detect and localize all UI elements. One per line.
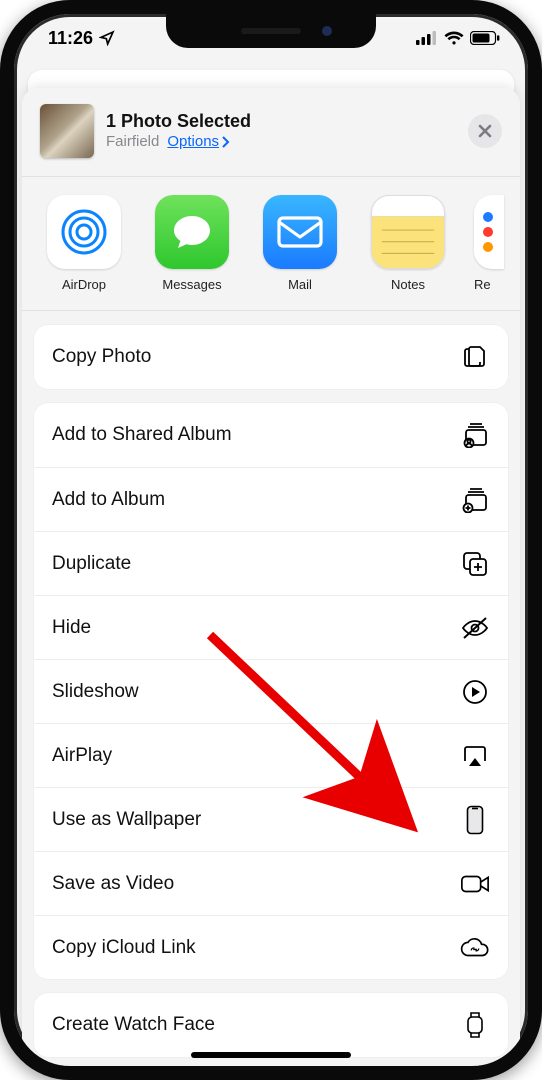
action-label: Slideshow: [52, 681, 139, 703]
duplicate-icon: [460, 549, 490, 579]
action-label: Copy iCloud Link: [52, 937, 196, 959]
reminders-icon: [478, 207, 500, 257]
location-arrow-icon: [99, 30, 115, 46]
action-save-video[interactable]: Save as Video: [34, 851, 508, 915]
action-label: Add to Album: [52, 489, 165, 511]
mail-icon: [275, 214, 325, 250]
airplay-icon: [460, 741, 490, 771]
app-label: AirDrop: [42, 277, 126, 292]
action-copy-photo[interactable]: Copy Photo: [34, 325, 508, 389]
messages-icon: [168, 208, 216, 256]
actions-scroll[interactable]: Copy Photo Add to Shared Album: [22, 311, 520, 1066]
sheet-location: Fairfield: [106, 133, 159, 152]
share-app-mail[interactable]: Mail: [258, 195, 342, 292]
action-wallpaper[interactable]: Use as Wallpaper: [34, 787, 508, 851]
action-add-album[interactable]: Add to Album: [34, 467, 508, 531]
app-label: Notes: [366, 277, 450, 292]
app-share-row[interactable]: AirDrop Messages M: [22, 177, 520, 311]
battery-icon: [470, 31, 500, 45]
action-label: Use as Wallpaper: [52, 809, 201, 831]
action-airplay[interactable]: AirPlay: [34, 723, 508, 787]
cellular-icon: [416, 31, 438, 45]
action-slideshow[interactable]: Slideshow: [34, 659, 508, 723]
share-app-messages[interactable]: Messages: [150, 195, 234, 292]
action-label: AirPlay: [52, 745, 112, 767]
app-label: Messages: [150, 277, 234, 292]
action-label: Add to Shared Album: [52, 424, 232, 446]
slideshow-icon: [460, 677, 490, 707]
action-label: Save as Video: [52, 873, 174, 895]
action-shared-album[interactable]: Add to Shared Album: [34, 403, 508, 467]
close-button[interactable]: [468, 114, 502, 148]
app-label: Re: [474, 277, 504, 292]
close-icon: [478, 124, 492, 138]
notes-icon: [372, 195, 444, 269]
action-label: Duplicate: [52, 553, 131, 575]
photo-thumbnail[interactable]: [40, 104, 94, 158]
phone-frame: 11:26: [0, 0, 542, 1080]
shared-album-icon: [460, 420, 490, 450]
share-app-reminders[interactable]: Re: [474, 195, 504, 292]
action-label: Copy Photo: [52, 346, 151, 368]
sheet-header: 1 Photo Selected Fairfield Options: [22, 88, 520, 177]
wifi-icon: [444, 31, 464, 45]
action-watch-face[interactable]: Create Watch Face: [34, 993, 508, 1057]
add-album-icon: [460, 485, 490, 515]
action-label: Create Watch Face: [52, 1014, 215, 1036]
hide-icon: [460, 613, 490, 643]
action-label: Hide: [52, 617, 91, 639]
action-duplicate[interactable]: Duplicate: [34, 531, 508, 595]
app-label: Mail: [258, 277, 342, 292]
icloud-link-icon: [460, 933, 490, 963]
action-icloud-link[interactable]: Copy iCloud Link: [34, 915, 508, 979]
action-hide[interactable]: Hide: [34, 595, 508, 659]
watch-icon: [460, 1010, 490, 1040]
chevron-right-icon: [221, 136, 230, 148]
share-sheet: 1 Photo Selected Fairfield Options: [22, 88, 520, 1066]
wallpaper-icon: [460, 805, 490, 835]
notch: [166, 14, 376, 48]
home-indicator[interactable]: [191, 1052, 351, 1058]
share-app-notes[interactable]: Notes: [366, 195, 450, 292]
options-link[interactable]: Options: [167, 133, 230, 152]
sheet-title: 1 Photo Selected: [106, 110, 456, 133]
video-icon: [460, 869, 490, 899]
action-group-1: Copy Photo: [34, 325, 508, 389]
airdrop-icon: [57, 205, 111, 259]
status-time: 11:26: [48, 28, 93, 49]
action-group-3: Create Watch Face: [34, 993, 508, 1057]
share-app-airdrop[interactable]: AirDrop: [42, 195, 126, 292]
copy-photo-icon: [460, 342, 490, 372]
action-group-2: Add to Shared Album Add t: [34, 403, 508, 979]
